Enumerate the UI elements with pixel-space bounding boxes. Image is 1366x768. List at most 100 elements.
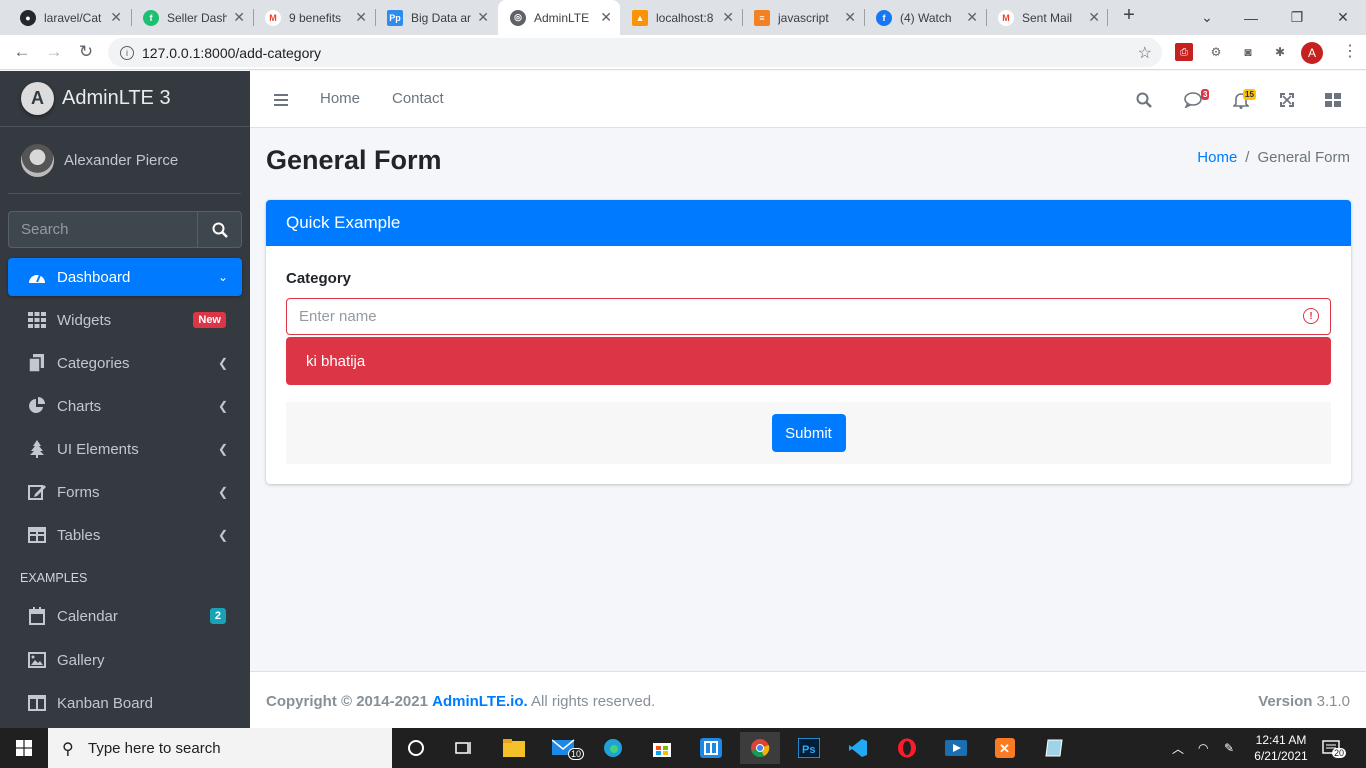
category-label: Category bbox=[286, 270, 352, 287]
fullscreen-icon[interactable] bbox=[1276, 89, 1298, 111]
mail-icon[interactable]: 10 bbox=[544, 732, 585, 764]
user-panel[interactable]: Alexander Pierce bbox=[8, 127, 241, 194]
browser-tab[interactable]: M 9 benefits ✕ bbox=[253, 0, 375, 35]
tab-search-icon[interactable]: ⌄ bbox=[1184, 0, 1230, 35]
new-badge: New bbox=[193, 312, 226, 328]
profile-avatar[interactable]: A bbox=[1301, 42, 1323, 64]
start-button[interactable] bbox=[0, 728, 48, 768]
bookmark-star-icon[interactable]: ☆ bbox=[1138, 43, 1152, 63]
task-view-icon[interactable] bbox=[444, 732, 484, 764]
calendar-icon bbox=[26, 607, 48, 625]
close-tab-icon[interactable]: ✕ bbox=[477, 9, 489, 26]
version-info: Version 3.1.0 bbox=[1258, 693, 1350, 710]
brand-link[interactable]: A AdminLTE 3 bbox=[0, 71, 250, 127]
chrome-icon[interactable] bbox=[740, 732, 780, 764]
vscode-icon[interactable] bbox=[838, 732, 878, 764]
search-button[interactable] bbox=[197, 211, 242, 248]
browser-tab[interactable]: M Sent Mail ✕ bbox=[986, 0, 1108, 35]
breadcrumb-home[interactable]: Home bbox=[1197, 149, 1237, 166]
sidebar-item-charts[interactable]: Charts ❮ bbox=[8, 387, 242, 425]
close-tab-icon[interactable]: ✕ bbox=[966, 9, 978, 26]
photoshop-icon[interactable]: Ps bbox=[789, 732, 829, 764]
notifications-badge: 15 bbox=[1243, 89, 1256, 100]
close-tab-icon[interactable]: ✕ bbox=[844, 9, 856, 26]
close-tab-icon[interactable]: ✕ bbox=[1088, 9, 1100, 26]
chevron-left-icon: ❮ bbox=[217, 356, 228, 370]
tree-icon bbox=[26, 440, 48, 458]
nav-link-home[interactable]: Home bbox=[320, 90, 360, 107]
browser-toolbar: ← → ↻ i 127.0.0.1:8000/add-category ☆ ⎙ … bbox=[0, 35, 1366, 70]
store-icon[interactable] bbox=[642, 732, 682, 764]
close-tab-icon[interactable]: ✕ bbox=[233, 9, 245, 26]
sidebar-item-kanban-board[interactable]: Kanban Board bbox=[8, 684, 242, 722]
hamburger-menu-icon[interactable] bbox=[270, 89, 292, 111]
category-input[interactable] bbox=[286, 298, 1331, 335]
browser-tab[interactable]: ≡ javascript ✕ bbox=[742, 0, 864, 35]
new-tab-button[interactable]: + bbox=[1118, 4, 1140, 27]
adminlte-link[interactable]: AdminLTE.io. bbox=[432, 693, 528, 710]
image-icon bbox=[26, 651, 48, 669]
gmail-icon: M bbox=[265, 9, 281, 26]
address-bar[interactable]: i 127.0.0.1:8000/add-category ☆ bbox=[108, 38, 1162, 67]
tray-chevron-icon[interactable]: ︿ bbox=[1172, 728, 1184, 768]
sidebar-search-input[interactable] bbox=[8, 211, 197, 248]
nav-link-contact[interactable]: Contact bbox=[392, 90, 444, 107]
chevron-left-icon: ❮ bbox=[217, 485, 228, 499]
sidebar-item-gallery[interactable]: Gallery bbox=[8, 641, 242, 679]
main-footer: Copyright © 2014-2021 AdminLTE.io. All r… bbox=[250, 671, 1366, 728]
notepad-icon[interactable] bbox=[1034, 732, 1074, 764]
network-icon[interactable]: ◠ bbox=[1198, 728, 1208, 768]
sidebar-item-categories[interactable]: Categories ❮ bbox=[8, 344, 242, 382]
xampp-icon[interactable]: ✕ bbox=[985, 732, 1025, 764]
back-button[interactable]: ← bbox=[10, 40, 34, 64]
browser-tab[interactable]: f (4) Watch ✕ bbox=[864, 0, 986, 35]
chrome-menu-icon[interactable]: ⋮ bbox=[1342, 41, 1358, 61]
forward-button[interactable]: → bbox=[42, 40, 66, 64]
close-tab-icon[interactable]: ✕ bbox=[355, 9, 367, 26]
taskbar-search[interactable]: ⚲ Type here to search bbox=[48, 728, 392, 768]
sidebar-item-dashboard[interactable]: Dashboard ⌄ bbox=[8, 258, 242, 296]
breadcrumb: Home / General Form bbox=[1197, 149, 1350, 166]
file-explorer-icon[interactable] bbox=[494, 732, 534, 764]
media-player-icon[interactable] bbox=[936, 732, 976, 764]
close-tab-icon[interactable]: ✕ bbox=[600, 9, 612, 26]
browser-tab[interactable]: Pp Big Data ar ✕ bbox=[375, 0, 497, 35]
extension-icon[interactable]: ⚙ bbox=[1207, 43, 1225, 61]
restore-button[interactable]: ❐ bbox=[1274, 0, 1320, 35]
pen-icon[interactable]: ✎ bbox=[1224, 728, 1234, 768]
search-icon[interactable] bbox=[1133, 89, 1155, 111]
table-icon bbox=[26, 526, 48, 544]
minimize-button[interactable]: — bbox=[1228, 0, 1274, 35]
browser-tab[interactable]: ● laravel/Cat ✕ bbox=[8, 0, 130, 35]
edge-icon[interactable] bbox=[593, 732, 633, 764]
puzzle-extensions-icon[interactable]: ✱ bbox=[1271, 43, 1289, 61]
app-icon[interactable] bbox=[691, 732, 731, 764]
camera-extension-icon[interactable]: ◙ bbox=[1239, 43, 1257, 61]
opera-icon[interactable] bbox=[887, 732, 927, 764]
clock[interactable]: 12:41 AM 6/21/2021 bbox=[1254, 728, 1308, 768]
sidebar-item-widgets[interactable]: Widgets New bbox=[8, 301, 242, 339]
control-sidebar-icon[interactable] bbox=[1322, 89, 1344, 111]
browser-tab[interactable]: ▲ localhost:8 ✕ bbox=[620, 0, 742, 35]
sidebar-item-forms[interactable]: Forms ❮ bbox=[8, 473, 242, 511]
quick-example-card: Quick Example Category ! ki bhatija Subm… bbox=[266, 200, 1351, 484]
browser-tab[interactable]: f Seller Dash ✕ bbox=[131, 0, 253, 35]
close-window-button[interactable]: ✕ bbox=[1320, 0, 1366, 35]
browser-tab-active[interactable]: ◎ AdminLTE ✕ bbox=[498, 0, 620, 35]
close-tab-icon[interactable]: ✕ bbox=[110, 9, 122, 26]
notification-center-icon[interactable]: 20 bbox=[1322, 728, 1347, 768]
reload-button[interactable]: ↻ bbox=[74, 40, 98, 64]
sidebar-item-calendar[interactable]: Calendar 2 bbox=[8, 597, 242, 635]
user-name[interactable]: Alexander Pierce bbox=[64, 152, 178, 169]
brand-text: AdminLTE 3 bbox=[62, 87, 171, 109]
copy-icon bbox=[26, 354, 48, 372]
close-tab-icon[interactable]: ✕ bbox=[722, 9, 734, 26]
sidebar-item-tables[interactable]: Tables ❮ bbox=[8, 516, 242, 554]
info-icon[interactable]: i bbox=[120, 45, 134, 60]
sidebar-item-ui-elements[interactable]: UI Elements ❮ bbox=[8, 430, 242, 468]
pdf-extension-icon[interactable]: ⎙ bbox=[1175, 43, 1193, 61]
cortana-icon[interactable] bbox=[396, 732, 436, 764]
breadcrumb-separator: / bbox=[1245, 149, 1250, 166]
submit-button[interactable]: Submit bbox=[771, 414, 846, 452]
globe-icon: ◎ bbox=[510, 9, 526, 26]
